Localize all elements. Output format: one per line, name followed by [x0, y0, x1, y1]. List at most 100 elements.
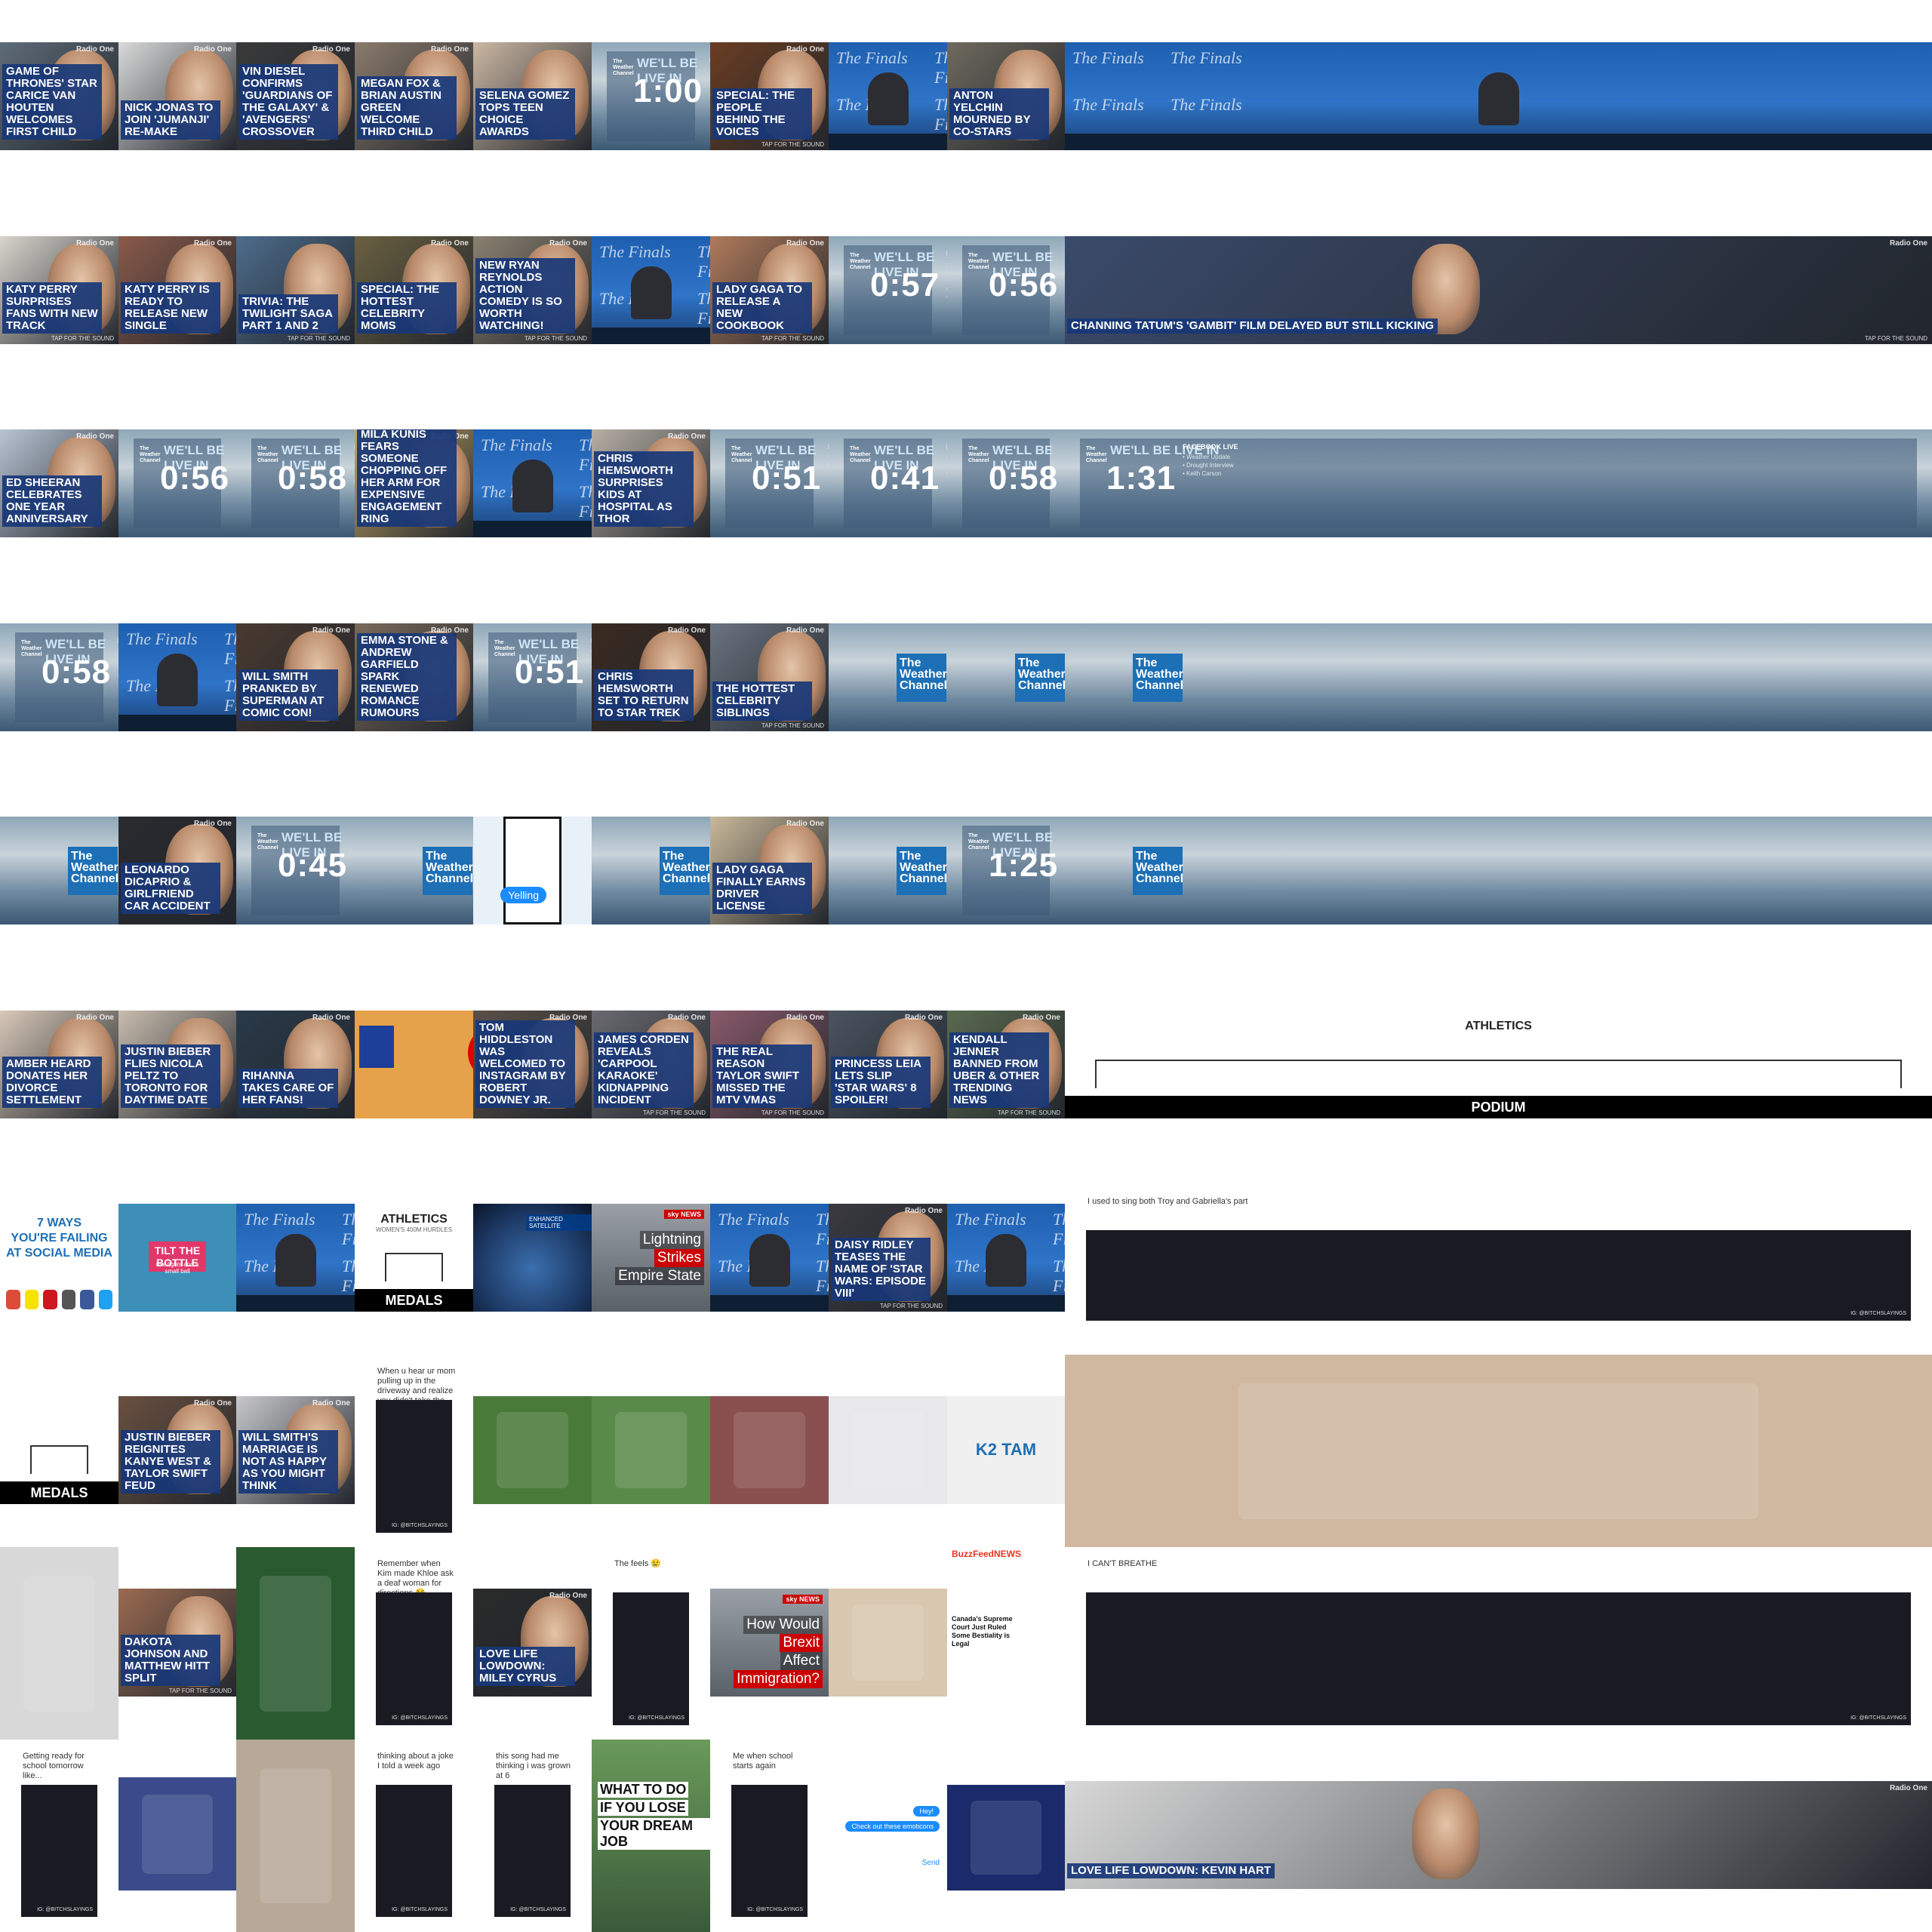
thumbnail-tile[interactable]: ATHLETICS PODIUM — [1065, 1011, 1932, 1118]
thumbnail-tile[interactable]: Radio One SPECIAL: THE HOTTEST CELEBRITY … — [355, 236, 473, 344]
thumbnail-tile[interactable]: Radio One JAMES CORDEN REVEALS 'CARPOOL K… — [592, 1011, 710, 1118]
thumbnail-tile[interactable]: The Weather Channel — [1065, 623, 1932, 731]
thumbnail-tile[interactable]: MEDALS — [0, 1396, 118, 1504]
thumbnail-tile[interactable]: I CAN'T BREATHE IG: @BITCHSLAYINGS — [1065, 1547, 1932, 1740]
thumbnail-tile[interactable]: The feels 😢 IG: @BITCHSLAYINGS — [592, 1547, 710, 1740]
thumbnail-tile[interactable]: Radio One NEW RYAN REYNOLDS ACTION COMEDY… — [473, 236, 592, 344]
send-button[interactable]: Send — [922, 1859, 940, 1867]
thumbnail-tile[interactable]: When u hear ur mom pulling up in the dri… — [355, 1355, 473, 1548]
thumbnail-tile[interactable]: The Weather Channel — [355, 817, 473, 924]
thumbnail-tile[interactable]: BuzzFeedNEWS Canada's Supreme Court Just … — [947, 1547, 1065, 1740]
thumbnail-tile[interactable]: Radio One EMMA STONE & ANDREW GARFIELD SP… — [355, 623, 473, 731]
thumbnail-tile[interactable]: Radio One THE REAL REASON TAYLOR SWIFT MI… — [710, 1011, 829, 1118]
thumbnail-tile[interactable]: The FinalsThe FinalsThe FinalsThe Finals — [710, 1204, 829, 1312]
thumbnail-tile[interactable]: Radio One KATY PERRY SURPRISES FANS WITH … — [0, 236, 118, 344]
thumbnail-tile[interactable]: Radio One DAISY RIDLEY TEASES THE NAME OF… — [829, 1204, 947, 1312]
thumbnail-tile[interactable]: TRIVIA: THE TWILIGHT SAGA PART 1 AND 2 TA… — [236, 236, 355, 344]
thumbnail-tile[interactable]: The Weather Channel WE'LL BE LIVE IN 1:25 — [947, 817, 1065, 924]
thumbnail-tile[interactable]: The Weather Channel — [829, 817, 947, 924]
thumbnail-tile[interactable]: thinking about a joke I told a week ago I… — [355, 1740, 473, 1932]
social-icon[interactable] — [61, 1290, 75, 1309]
thumbnail-tile[interactable]: The Weather ChannelWE'LL BE LIVE IN0:51F… — [710, 429, 829, 537]
thumbnail-tile[interactable]: Remember when Kim made Khloe ask a deaf … — [355, 1547, 473, 1740]
thumbnail-tile[interactable]: SELENA GOMEZ TOPS TEEN CHOICE AWARDS — [473, 42, 592, 150]
thumbnail-tile[interactable]: JUSTIN BIEBER FLIES NICOLA PELTZ TO TORO… — [118, 1011, 236, 1118]
thumbnail-tile[interactable]: The Weather Channel — [592, 817, 710, 924]
thumbnail-tile[interactable]: The Weather ChannelWE'LL BE LIVE IN0:58F… — [0, 623, 118, 731]
thumbnail-tile[interactable]: sky NEWS Lightning Strikes Empire State — [592, 1204, 710, 1312]
thumbnail-tile[interactable]: Radio One LADY GAGA FINALLY EARNS DRIVER … — [710, 817, 829, 924]
thumbnail-tile[interactable]: INCLUSIVE RESTROOM — [355, 1011, 473, 1118]
thumbnail-tile[interactable]: Radio One MEGAN FOX & BRIAN AUSTIN GREEN … — [355, 42, 473, 150]
thumbnail-tile[interactable] — [236, 1740, 355, 1932]
thumbnail-tile[interactable] — [118, 1777, 236, 1890]
thumbnail-tile[interactable]: Radio One ED SHEERAN CELEBRATES ONE YEAR … — [0, 429, 118, 537]
thumbnail-tile[interactable]: TILT THE BOTTLE use tights and a small ba… — [118, 1204, 236, 1312]
thumbnail-tile[interactable]: Radio One AMBER HEARD DONATES HER DIVORCE… — [0, 1011, 118, 1118]
thumbnail-tile[interactable]: The Weather Channel — [829, 623, 947, 731]
thumbnail-tile[interactable] — [592, 1396, 710, 1504]
thumbnail-tile[interactable]: The Weather ChannelWE'LL BE LIVE IN0:56F… — [118, 429, 236, 537]
thumbnail-tile[interactable]: The Weather ChannelWE'LL BE LIVE IN0:51F… — [473, 623, 592, 731]
social-icon[interactable] — [43, 1290, 57, 1309]
social-icon[interactable] — [6, 1290, 20, 1309]
thumbnail-tile[interactable] — [236, 1547, 355, 1740]
thumbnail-tile[interactable]: Radio One GAME OF THRONES' STAR CARICE VA… — [0, 42, 118, 150]
thumbnail-tile[interactable]: Radio One KATY PERRY IS READY TO RELEASE … — [118, 236, 236, 344]
thumbnail-tile[interactable] — [947, 1785, 1065, 1890]
thumbnail-tile[interactable]: K2 TAM — [947, 1396, 1065, 1504]
social-icon[interactable] — [24, 1290, 38, 1309]
thumbnail-tile[interactable]: Radio One LOVE LIFE LOWDOWN: KEVIN HART — [1065, 1781, 1932, 1889]
thumbnail-tile[interactable]: Radio One CHRIS HEMSWORTH SET TO RETURN T… — [592, 623, 710, 731]
thumbnail-tile[interactable] — [710, 1396, 829, 1504]
thumbnail-tile[interactable]: Radio One WILL SMITH PRANKED BY SUPERMAN … — [236, 623, 355, 731]
thumbnail-tile[interactable]: Radio One JUSTIN BIEBER REIGNITES KANYE W… — [118, 1396, 236, 1504]
thumbnail-tile[interactable] — [473, 1396, 592, 1504]
thumbnail-tile[interactable]: DAKOTA JOHNSON AND MATTHEW HITT SPLIT TAP… — [118, 1589, 236, 1697]
thumbnail-tile[interactable]: ANTON YELCHIN MOURNED BY CO-STARS — [947, 42, 1065, 150]
thumbnail-tile[interactable]: ENHANCED SATELLITE10:45 PM ET — [473, 1204, 592, 1312]
thumbnail-tile[interactable]: I used to sing both Troy and Gabriella's… — [1065, 1185, 1932, 1336]
thumbnail-tile[interactable]: The Weather Channel — [0, 817, 118, 924]
social-icon[interactable] — [98, 1290, 112, 1309]
thumbnail-tile[interactable]: The Weather ChannelWE'LL BE LIVE IN0:56F… — [947, 236, 1065, 344]
thumbnail-tile[interactable] — [0, 1547, 118, 1740]
thumbnail-tile[interactable]: Radio One NICK JONAS TO JOIN 'JUMANJI' RE… — [118, 42, 236, 150]
thumbnail-tile[interactable]: Radio One CHRIS HEMSWORTH SURPRISES KIDS … — [592, 429, 710, 537]
thumbnail-tile[interactable] — [829, 1396, 947, 1504]
thumbnail-tile[interactable]: WHAT TO DO IF YOU LOSE YOUR DREAM JOB — [592, 1740, 710, 1932]
thumbnail-tile[interactable]: Me when school starts again IG: @BITCHSLA… — [710, 1740, 829, 1932]
thumbnail-tile[interactable]: The Weather ChannelWE'LL BE LIVE IN0:58F… — [236, 429, 355, 537]
thumbnail-tile[interactable]: Radio One VIN DIESEL CONFIRMS 'GUARDIANS … — [236, 42, 355, 150]
thumbnail-tile[interactable]: The Weather Channel WE'LL BE LIVE IN 1:31 F… — [1065, 429, 1932, 537]
thumbnail-tile[interactable]: Radio One KENDALL JENNER BANNED FROM UBER… — [947, 1011, 1065, 1118]
thumbnail-tile[interactable]: Yelling — [473, 817, 592, 924]
thumbnail-tile[interactable]: Radio One LADY GAGA TO RELEASE A NEW COOK… — [710, 236, 829, 344]
thumbnail-tile[interactable]: The FinalsThe FinalsThe FinalsThe Finals — [1065, 42, 1932, 150]
thumbnail-tile[interactable]: Radio One RIHANNA TAKES CARE OF HER FANS! — [236, 1011, 355, 1118]
thumbnail-tile[interactable]: The Weather Channel — [1065, 817, 1932, 924]
thumbnail-tile[interactable]: The FinalsThe FinalsThe FinalsThe Finals — [118, 623, 236, 731]
thumbnail-tile[interactable]: The Weather Channel WE'LL BE LIVE IN 0:45 — [236, 817, 355, 924]
thumbnail-tile[interactable]: Hey! Check out these emoticons Send — [829, 1740, 947, 1932]
thumbnail-tile[interactable]: Radio OneMILA KUNIS FEARS SOMEONE CHOPPI… — [355, 429, 473, 537]
thumbnail-tile[interactable]: Radio One TOM HIDDLESTON WAS WELCOMED TO … — [473, 1011, 592, 1118]
thumbnail-tile[interactable]: The Weather ChannelWE'LL BE LIVE IN0:41F… — [829, 429, 947, 537]
thumbnail-tile[interactable]: sky NEWS How Would Brexit Affect Immigration… — [710, 1589, 829, 1697]
thumbnail-tile[interactable]: Radio One CHANNING TATUM'S 'GAMBIT' FILM … — [1065, 236, 1932, 344]
thumbnail-tile[interactable]: Radio One LEONARDO DICAPRIO & GIRLFRIEND … — [118, 817, 236, 924]
thumbnail-tile[interactable]: The Weather ChannelWE'LL BE LIVE IN0:57F… — [829, 236, 947, 344]
social-icon[interactable] — [80, 1290, 94, 1309]
thumbnail-tile[interactable]: The FinalsThe FinalsThe FinalsThe Finals — [473, 429, 592, 537]
thumbnail-tile[interactable]: ATHLETICS WOMEN'S 400M HURDLES MEDALS — [355, 1204, 473, 1312]
thumbnail-tile[interactable] — [829, 1589, 947, 1697]
thumbnail-tile[interactable]: The FinalsThe FinalsThe FinalsThe Finals — [947, 1204, 1065, 1312]
thumbnail-tile[interactable]: The FinalsThe FinalsThe FinalsThe Finals — [236, 1204, 355, 1312]
thumbnail-tile[interactable] — [1065, 1355, 1932, 1548]
thumbnail-tile[interactable]: Radio One LOVE LIFE LOWDOWN: MILEY CYRUS — [473, 1589, 592, 1697]
thumbnail-tile[interactable]: The FinalsThe FinalsThe FinalsThe Finals — [829, 42, 947, 150]
thumbnail-tile[interactable]: The Weather ChannelWE'LL BE LIVE IN1:00F… — [592, 42, 710, 150]
thumbnail-tile[interactable]: Radio One PRINCESS LEIA LETS SLIP 'STAR W… — [829, 1011, 947, 1118]
thumbnail-tile[interactable]: Radio One WILL SMITH'S MARRIAGE IS NOT AS… — [236, 1396, 355, 1504]
thumbnail-tile[interactable]: Getting ready for school tomorrow like..… — [0, 1740, 118, 1932]
